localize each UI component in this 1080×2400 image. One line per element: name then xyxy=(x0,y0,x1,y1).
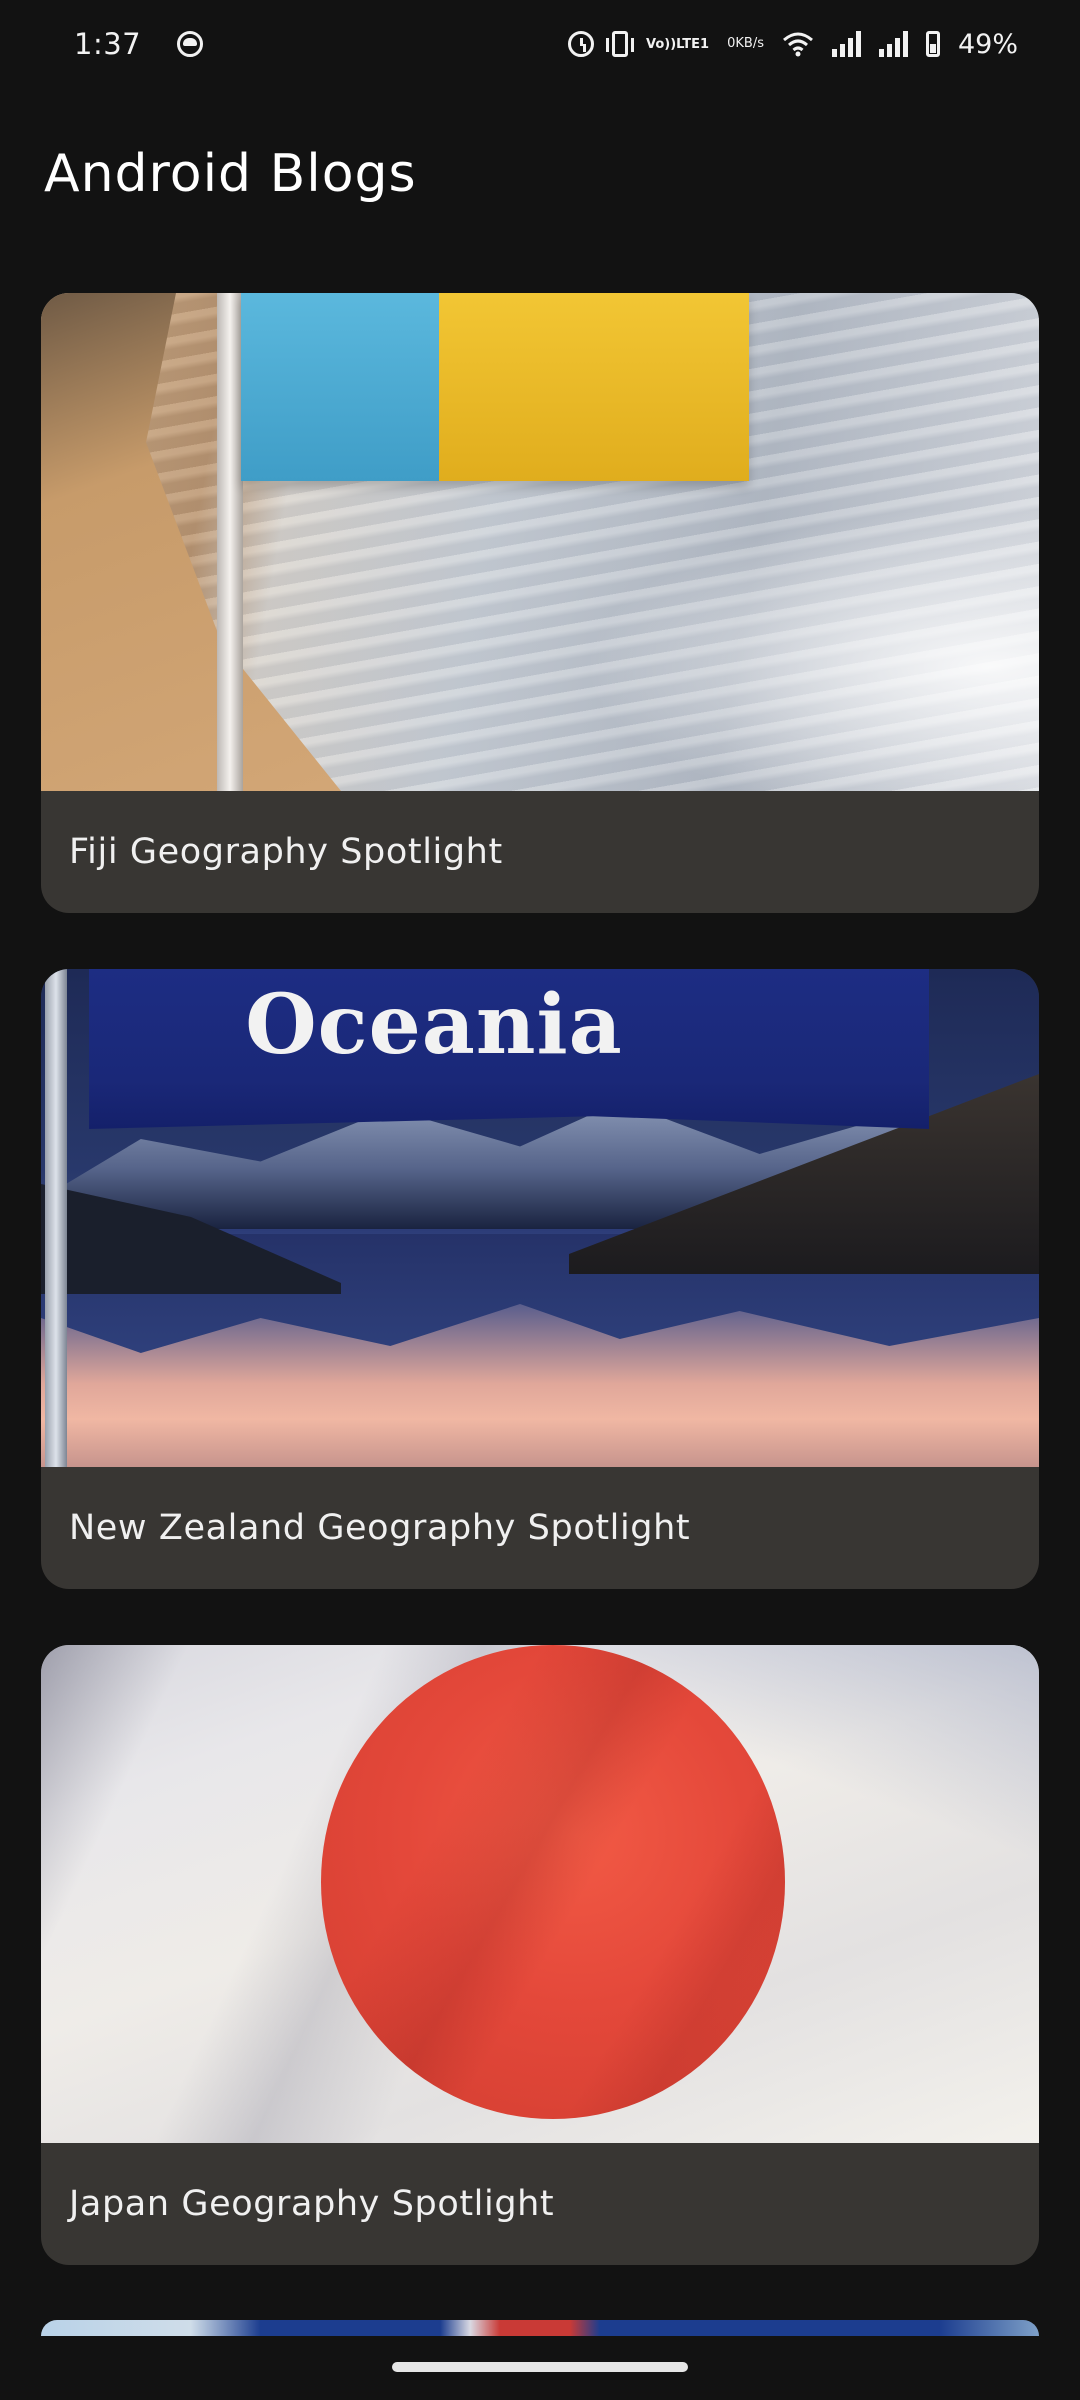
blog-title: Japan Geography Spotlight xyxy=(69,2184,555,2224)
blog-title: New Zealand Geography Spotlight xyxy=(69,1508,691,1548)
battery-icon xyxy=(925,31,940,57)
wifi-icon xyxy=(782,31,814,57)
volte-bottom-label: LTE1 xyxy=(676,36,710,52)
page-title: Android Blogs xyxy=(44,144,417,204)
battery-percent: 49% xyxy=(957,28,1018,60)
volte-icon: Vo)) LTE1 xyxy=(646,38,709,51)
signal-1-icon xyxy=(831,31,861,57)
blog-card-japan[interactable]: Japan Geography Spotlight xyxy=(41,1645,1039,2265)
notification-app-icon xyxy=(177,31,204,57)
vibrate-icon xyxy=(605,31,634,57)
blog-list: Fiji Geography Spotlight Oceania New Zea… xyxy=(41,293,1039,2321)
blog-image-new-zealand: Oceania xyxy=(41,969,1039,1467)
oceania-banner: Oceania xyxy=(89,969,929,1129)
signal-2-icon xyxy=(878,31,908,57)
status-right: Vo)) LTE1 0 KB/s 49% xyxy=(567,28,1018,60)
japan-flag-sun xyxy=(321,1645,785,2119)
banner-text: Oceania xyxy=(245,977,623,1073)
status-left: 1:37 xyxy=(74,27,204,61)
network-speed: 0 KB/s xyxy=(727,37,764,51)
status-bar: 1:37 Vo)) LTE1 0 KB/s 49% xyxy=(0,0,1080,88)
gesture-navigation-bar[interactable] xyxy=(392,2362,688,2372)
fiji-flag-graphic xyxy=(241,293,749,481)
blog-card-fiji[interactable]: Fiji Geography Spotlight xyxy=(41,293,1039,913)
app-screen: 1:37 Vo)) LTE1 0 KB/s 49% Android Blogs … xyxy=(0,0,1080,2400)
alarm-icon xyxy=(567,31,594,57)
blog-card-new-zealand[interactable]: Oceania New Zealand Geography Spotlight xyxy=(41,969,1039,1589)
blog-image-japan xyxy=(41,1645,1039,2143)
blog-title: Fiji Geography Spotlight xyxy=(69,832,503,872)
blog-card-partial[interactable] xyxy=(41,2320,1039,2336)
status-time: 1:37 xyxy=(74,27,142,61)
blog-image-fiji xyxy=(41,293,1039,791)
network-speed-unit: KB/s xyxy=(735,36,764,51)
network-speed-value: 0 xyxy=(727,36,736,51)
volte-top-label: Vo)) xyxy=(645,36,677,52)
